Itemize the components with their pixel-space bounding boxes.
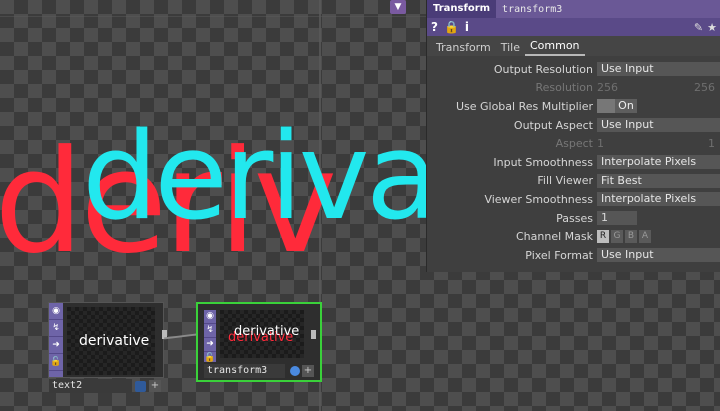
viewer-dot-icon[interactable]	[135, 381, 146, 392]
node-side-toolbar: ◉ ↯ ➜ 🔓	[49, 303, 63, 377]
param-label: Passes	[556, 211, 593, 225]
pixel-format-menu[interactable]: Use Input	[597, 248, 720, 263]
toggle-state: On	[615, 99, 637, 114]
param-label: Output Resolution	[493, 62, 593, 76]
panel-icon-bar: ? 🔒 i ✎ ★	[427, 18, 720, 36]
tab-transform[interactable]: Transform	[431, 39, 496, 56]
param-output-aspect: Output Aspect Use Input	[427, 116, 720, 135]
tab-tile[interactable]: Tile	[496, 39, 525, 56]
node-name[interactable]: text2	[49, 379, 132, 393]
param-input-smoothness: Input Smoothness Interpolate Pixels	[427, 153, 720, 172]
param-label: Use Global Res Multiplier	[455, 99, 593, 113]
tab-common[interactable]: Common	[524, 37, 585, 56]
param-label: Viewer Smoothness	[484, 192, 593, 206]
parameter-panel: Transform transform3 ? 🔒 i ✎ ★ Transform…	[426, 0, 720, 272]
python-help-icon[interactable]: 🔒	[444, 20, 459, 34]
param-label: Pixel Format	[525, 248, 593, 262]
param-label: Input Smoothness	[493, 155, 593, 169]
display-flag-icon[interactable]: ➜	[204, 338, 216, 352]
param-label: Aspect	[555, 137, 593, 151]
input-smoothness-menu[interactable]: Interpolate Pixels	[597, 155, 720, 170]
param-resolution: Resolution 256 256	[427, 79, 720, 98]
node-transform3[interactable]: ◉ ↯ ➜ 🔓 derivative derivative transform3…	[196, 302, 322, 382]
param-label: Fill Viewer	[537, 174, 593, 188]
viewer-toggle-icon[interactable]: ◉	[204, 310, 216, 324]
aspect-b[interactable]: 1	[708, 137, 715, 150]
channel-g-toggle[interactable]: G	[611, 230, 623, 244]
op-type-label: Transform	[427, 0, 497, 18]
param-output-resolution: Output Resolution Use Input	[427, 60, 720, 79]
toggle-knob	[597, 99, 615, 114]
lock-icon[interactable]: 🔓	[49, 354, 63, 371]
param-label: Channel Mask	[516, 230, 593, 244]
panel-title-bar: Transform transform3	[427, 0, 720, 18]
viewer-corner-button[interactable]: ▼	[390, 0, 406, 14]
node-side-toolbar: ◉ ↯ ➜ 🔓	[204, 310, 216, 366]
param-pixel-format: Pixel Format Use Input	[427, 246, 720, 265]
node-preview-text: derivative	[234, 324, 300, 339]
viewer-toggle-icon[interactable]: ◉	[49, 303, 63, 320]
node-name[interactable]: transform3	[204, 364, 285, 378]
info-icon[interactable]: i	[465, 20, 469, 34]
resolution-height[interactable]: 256	[694, 81, 715, 94]
star-icon[interactable]: ★	[707, 21, 717, 34]
output-connector[interactable]	[311, 330, 316, 339]
viewer-dot-icon[interactable]	[290, 366, 300, 376]
fill-viewer-menu[interactable]: Fit Best	[597, 173, 720, 188]
param-global-res: Use Global Res Multiplier On	[427, 97, 720, 116]
viewer-text-cyan: deriva	[82, 108, 439, 247]
add-icon[interactable]: +	[149, 380, 161, 392]
param-tabs: Transform Tile Common	[427, 36, 720, 56]
aspect-a[interactable]: 1	[597, 137, 604, 150]
node-preview-text: derivative	[79, 333, 150, 349]
bypass-icon[interactable]: ↯	[204, 324, 216, 338]
add-icon[interactable]: +	[302, 365, 314, 377]
param-viewer-smoothness: Viewer Smoothness Interpolate Pixels	[427, 190, 720, 209]
edit-icon[interactable]: ✎	[694, 21, 703, 34]
global-res-toggle[interactable]: On	[597, 99, 637, 114]
node-text2[interactable]: ◉ ↯ ➜ 🔓 derivative text2 +	[48, 302, 167, 393]
channel-r-toggle[interactable]: R	[597, 230, 609, 244]
param-passes: Passes 1	[427, 209, 720, 228]
output-aspect-menu[interactable]: Use Input	[597, 118, 720, 133]
param-label: Output Aspect	[513, 118, 593, 132]
display-flag-icon[interactable]: ➜	[49, 337, 63, 354]
channel-a-toggle[interactable]: A	[639, 230, 651, 244]
output-resolution-menu[interactable]: Use Input	[597, 62, 720, 77]
param-channel-mask: Channel Mask R G B A	[427, 227, 720, 246]
resolution-width[interactable]: 256	[597, 81, 618, 94]
bypass-icon[interactable]: ↯	[49, 320, 63, 337]
viewer-smoothness-menu[interactable]: Interpolate Pixels	[597, 192, 720, 207]
passes-field[interactable]: 1	[597, 211, 637, 226]
param-fill-viewer: Fill Viewer Fit Best	[427, 172, 720, 191]
op-name-label[interactable]: transform3	[496, 4, 562, 15]
channel-b-toggle[interactable]: B	[625, 230, 637, 244]
help-icon[interactable]: ?	[431, 20, 438, 34]
param-aspect: Aspect 1 1	[427, 134, 720, 153]
param-label: Resolution	[535, 81, 593, 95]
